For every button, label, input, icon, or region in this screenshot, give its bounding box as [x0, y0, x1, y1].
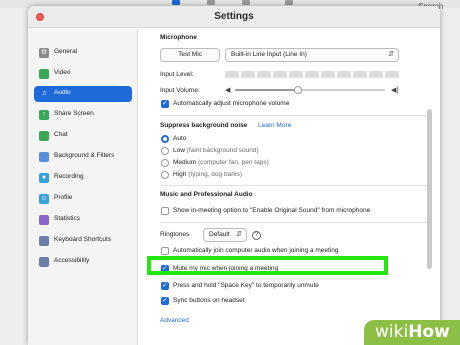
section-divider [160, 115, 430, 116]
noise-option-hint: (typing, dog barks) [188, 171, 243, 178]
noise-option-label: Auto [173, 135, 187, 142]
noise-option-name: Medium [173, 159, 197, 166]
volume-high-icon: ◀) [391, 87, 399, 94]
volume-low-icon: ◀ [225, 87, 231, 94]
sidebar-item-share-screen[interactable]: ↑ Share Screen [34, 107, 132, 123]
keyboard-icon [39, 236, 49, 246]
sidebar-item-label: Profile [54, 194, 73, 201]
input-volume-knob[interactable] [294, 86, 302, 94]
accessibility-icon [39, 257, 49, 267]
contacts-tab-icon [285, 0, 293, 5]
sidebar-item-label: General [54, 48, 78, 55]
noise-low-radio[interactable] [161, 147, 169, 155]
space-key-unmute-checkbox[interactable] [161, 281, 169, 290]
sidebar-item-keyboard-shortcuts[interactable]: Keyboard Shortcuts [34, 233, 132, 249]
statistics-icon [39, 215, 49, 225]
sidebar-item-label: Audio [54, 89, 71, 96]
sidebar-item-label: Accessibility [54, 257, 90, 264]
gear-icon: ⚙ [39, 48, 49, 58]
ringtones-label: Ringtones [160, 231, 190, 238]
auto-join-audio-label: Automatically join computer audio when j… [173, 247, 339, 254]
ringtone-select[interactable]: Default ⇵ [203, 228, 247, 242]
noise-option-name: Low [173, 147, 185, 154]
help-icon[interactable]: ? [252, 231, 261, 240]
home-tab-icon [172, 0, 180, 5]
microphone-section-title: Microphone [160, 34, 197, 41]
learn-more-link[interactable]: Learn More [258, 122, 291, 129]
sidebar-item-general[interactable]: ⚙ General [34, 45, 132, 61]
input-volume-label: Input Volume: [160, 87, 200, 94]
microphone-device-value: Built-in Line Input (Line In) [231, 51, 307, 58]
auto-adjust-volume-label: Automatically adjust microphone volume [173, 100, 290, 107]
sidebar-item-label: Statistics [54, 215, 81, 222]
sidebar-item-label: Recording [54, 173, 84, 180]
advanced-link[interactable]: Advanced [160, 317, 189, 324]
music-section-title: Music and Professional Audio [160, 191, 253, 198]
section-divider [160, 185, 430, 186]
chat-tab-icon [207, 0, 215, 5]
sidebar-item-profile[interactable]: ☺ Profile [34, 191, 132, 207]
sidebar-item-statistics[interactable]: Statistics [34, 212, 132, 228]
sidebar-item-label: Video [54, 69, 71, 76]
sidebar-item-background-filters[interactable]: Background & Filters [34, 149, 132, 165]
sync-headset-label: Sync buttons on headset [173, 297, 245, 304]
sidebar-item-video[interactable]: Video [34, 66, 132, 82]
sidebar-item-label: Background & Filters [54, 152, 115, 159]
auto-join-audio-checkbox[interactable] [161, 247, 169, 255]
window-title: Settings [214, 11, 254, 22]
noise-high-radio[interactable] [161, 171, 169, 179]
highlight-box [147, 256, 388, 275]
profile-icon: ☺ [39, 194, 49, 204]
noise-auto-radio[interactable] [161, 135, 169, 143]
noise-medium-radio[interactable] [161, 159, 169, 167]
noise-option-label: Low (faint background sound) [173, 147, 259, 154]
noise-option-hint: (computer fan, pen taps) [197, 159, 269, 166]
chevron-updown-icon: ⇵ [236, 231, 242, 238]
noise-option-label: Medium (computer fan, pen taps) [173, 159, 269, 166]
watermark-brand-bold: How [408, 322, 450, 342]
original-sound-checkbox[interactable] [161, 207, 169, 215]
ringtone-value: Default [209, 231, 230, 238]
screen: Search Settings ⚙ General Video ♫ Audio … [0, 0, 460, 345]
settings-sidebar: ⚙ General Video ♫ Audio ↑ Share Screen C… [28, 29, 138, 345]
meetings-tab-icon [242, 0, 250, 5]
background-filter-icon [39, 152, 49, 162]
video-camera-icon [39, 69, 49, 79]
title-bar: Settings [28, 6, 440, 28]
input-level-label: Input Level: [160, 71, 194, 78]
panel-scrollbar[interactable] [427, 109, 432, 269]
auto-adjust-volume-checkbox[interactable] [161, 99, 169, 108]
sidebar-item-recording[interactable]: ● Recording [34, 170, 132, 186]
sidebar-item-label: Share Screen [54, 110, 94, 117]
input-level-meter [225, 71, 405, 79]
sidebar-item-label: Chat [54, 131, 68, 138]
sidebar-item-label: Keyboard Shortcuts [54, 236, 112, 243]
audio-settings-panel: Microphone Test Mic Built-in Line Input … [139, 29, 440, 345]
sidebar-item-audio[interactable]: ♫ Audio [34, 86, 132, 102]
noise-section-title: Suppress background noise [160, 122, 248, 129]
settings-window: Settings ⚙ General Video ♫ Audio ↑ Share… [28, 6, 440, 345]
chevron-updown-icon: ⇵ [388, 51, 394, 58]
noise-option-hint: (faint background sound) [186, 147, 259, 154]
share-screen-icon: ↑ [39, 110, 49, 120]
microphone-device-select[interactable]: Built-in Line Input (Line In) ⇵ [225, 48, 399, 62]
sidebar-item-chat[interactable]: Chat [34, 128, 132, 144]
space-key-unmute-label: Press and hold "Space Key" to temporaril… [173, 282, 319, 289]
section-divider [160, 222, 430, 223]
watermark-logo: wikiHow [375, 322, 450, 342]
sidebar-item-accessibility[interactable]: Accessibility [34, 254, 132, 270]
chat-bubble-icon [39, 131, 49, 141]
noise-option-name: High [173, 171, 187, 178]
input-volume-slider[interactable] [235, 86, 385, 97]
sync-headset-checkbox[interactable] [161, 296, 169, 305]
watermark-brand-light: wiki [375, 322, 409, 342]
record-icon: ● [39, 173, 49, 183]
headphones-icon: ♫ [41, 90, 47, 97]
noise-option-label: High (typing, dog barks) [173, 171, 242, 178]
original-sound-label: Show in-meeting option to "Enable Origin… [173, 207, 371, 214]
test-mic-button[interactable]: Test Mic [160, 48, 220, 62]
